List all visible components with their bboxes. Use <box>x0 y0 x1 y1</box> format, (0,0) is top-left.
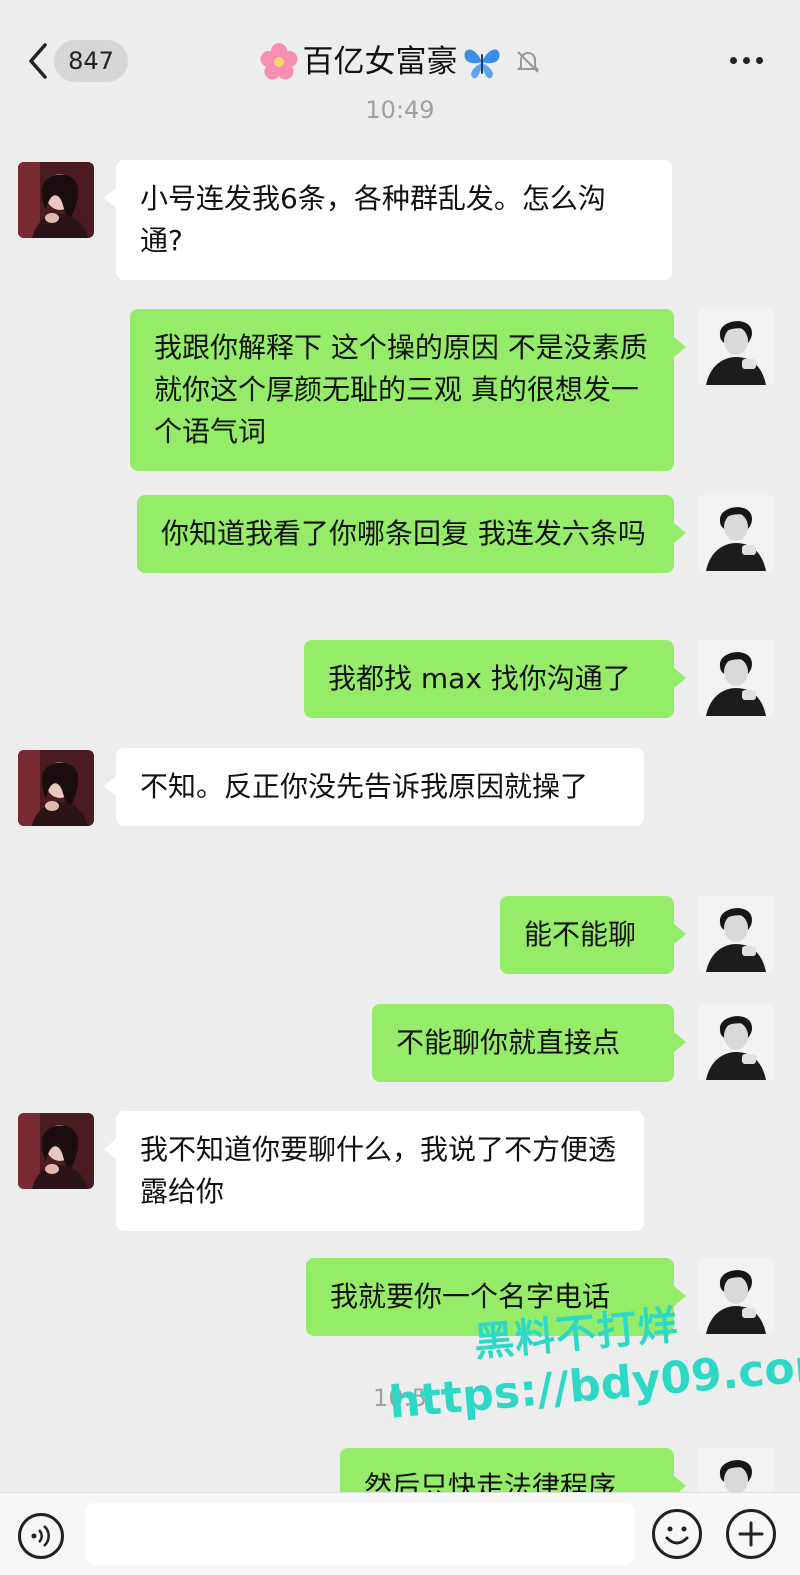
man-portrait-icon <box>698 309 774 385</box>
my-avatar[interactable] <box>698 309 774 385</box>
message-bubble-incoming[interactable]: 我不知道你要聊什么，我说了不方便透露给你 <box>104 1111 644 1231</box>
contact-avatar[interactable] <box>18 1113 94 1189</box>
man-portrait-icon <box>698 1004 774 1080</box>
voice-input-button[interactable] <box>18 1513 64 1559</box>
message-bubble-incoming[interactable]: 不知。反正你没先告诉我原因就操了 <box>104 748 644 826</box>
message-bubble-incoming[interactable]: 小号连发我6条，各种群乱发。怎么沟通? <box>104 160 672 280</box>
my-avatar[interactable] <box>698 640 774 716</box>
chat-title: 百亿女富豪 <box>302 44 458 80</box>
emoji-button[interactable] <box>652 1509 702 1559</box>
message-bubble-outgoing[interactable]: 能不能聊 <box>500 896 686 974</box>
more-actions-button[interactable] <box>726 1509 776 1559</box>
man-portrait-icon <box>698 495 774 571</box>
message-bubble-outgoing[interactable]: 我都找 max 找你沟通了 <box>304 640 686 718</box>
voice-icon <box>31 1525 50 1547</box>
message-bubble-outgoing[interactable]: 你知道我看了你哪条回复 我连发六条吗 <box>137 495 686 573</box>
input-toolbar <box>0 1492 800 1575</box>
woman-portrait-icon <box>18 1113 94 1189</box>
message-input[interactable] <box>86 1503 634 1565</box>
plus-icon <box>738 1521 764 1547</box>
butterfly-icon <box>464 49 499 79</box>
my-avatar[interactable] <box>698 1004 774 1080</box>
bell-slash-icon <box>516 51 539 73</box>
woman-portrait-icon <box>18 750 94 826</box>
smiley-icon <box>665 1526 689 1545</box>
ellipsis-icon <box>729 56 737 64</box>
man-portrait-icon <box>698 896 774 972</box>
message-bubble-outgoing[interactable]: 不能聊你就直接点 <box>372 1004 686 1082</box>
cherry-blossom-icon <box>260 43 297 80</box>
more-options-button[interactable] <box>726 48 766 72</box>
message-bubble-outgoing[interactable]: 我跟你解释下 这个操的原因 不是没素质 就你这个厚颜无耻的三观 真的很想发一个语… <box>130 309 686 471</box>
message-timestamp: 10:49 <box>365 96 435 124</box>
contact-avatar[interactable] <box>18 162 94 238</box>
contact-avatar[interactable] <box>18 750 94 826</box>
my-avatar[interactable] <box>698 495 774 571</box>
my-avatar[interactable] <box>698 896 774 972</box>
chat-title-group[interactable]: 百亿女富豪 <box>0 40 800 84</box>
man-portrait-icon <box>698 640 774 716</box>
woman-portrait-icon <box>18 162 94 238</box>
